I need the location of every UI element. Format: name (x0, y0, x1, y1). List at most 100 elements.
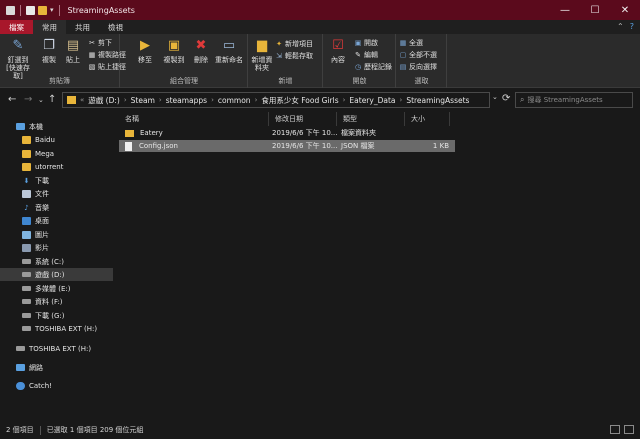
refresh-icon[interactable]: ⟳ (502, 93, 510, 104)
breadcrumb-6[interactable]: StreamingAssets (406, 96, 469, 105)
search-icon: ⌕ (520, 95, 525, 104)
details-view-icon[interactable] (610, 425, 620, 434)
easy-access-button[interactable]: ⇲ 輕鬆存取 (275, 51, 313, 61)
large-icons-view-icon[interactable] (624, 425, 634, 434)
breadcrumb-3[interactable]: common (218, 96, 251, 105)
rename-button[interactable]: ▭ 重新命名 (213, 38, 245, 64)
status-separator (39, 425, 41, 435)
nav-item-downloads[interactable]: ⬇ 下載 (0, 174, 113, 187)
nav-item-videos[interactable]: 影片 (0, 241, 113, 254)
paste-button[interactable]: ▤ 貼上 (62, 38, 84, 64)
column-header-type[interactable]: 類型 (337, 112, 405, 126)
maximize-button[interactable]: ☐ (580, 0, 610, 20)
nav-item-utorrent[interactable]: utorrent (0, 160, 113, 173)
clipboard-group-label: 剪貼簿 (49, 77, 70, 85)
nav-item-drive-f[interactable]: 資料 (F:) (0, 295, 113, 308)
nav-item-baidu[interactable]: Baidu (0, 133, 113, 146)
search-input[interactable] (527, 96, 628, 104)
file-size (409, 127, 449, 139)
breadcrumb-4[interactable]: 食用系少女 Food Girls (261, 95, 338, 106)
paste-shortcut-icon: ▧ (88, 63, 96, 71)
column-header-size[interactable]: 大小 (405, 112, 450, 126)
nav-item-catch[interactable]: Catch! (0, 379, 113, 392)
copy-button[interactable]: ❐ 複製 (38, 38, 60, 64)
file-name: Config.json (139, 142, 178, 150)
column-header-modified[interactable]: 修改日期 (269, 112, 337, 126)
address-bar[interactable]: « 遊戲 (D:) › Steam › steamapps › common ›… (62, 92, 490, 108)
breadcrumb-1[interactable]: Steam (131, 96, 155, 105)
status-bar: 2 個項目 已選取 1 個項目 209 個位元組 (0, 421, 640, 439)
nav-item-drive-h[interactable]: TOSHIBA EXT (H:) (0, 322, 113, 335)
up-arrow-icon[interactable]: ↑ (48, 94, 56, 105)
tab-view[interactable]: 檢視 (99, 20, 132, 34)
download-icon: ⬇ (23, 176, 30, 185)
title-separator (58, 4, 60, 16)
invert-selection-button[interactable]: ▤ 反向選擇 (399, 62, 437, 72)
select-all-icon: ▦ (399, 39, 407, 47)
file-type: JSON 檔案 (341, 142, 375, 150)
nav-item-network[interactable]: 網路 (0, 361, 113, 374)
new-folder-button[interactable]: ▆ 新增資料夾 (251, 38, 273, 72)
close-button[interactable]: ✕ (610, 0, 640, 20)
move-to-button[interactable]: ▶ 移至 (133, 38, 157, 64)
open-button[interactable]: ▣ 開啟 (354, 38, 378, 48)
back-arrow-icon[interactable]: ← (8, 94, 16, 105)
nav-item-this-pc[interactable]: 本機 (0, 120, 113, 133)
address-dropdown-icon[interactable]: ⌄ (492, 93, 498, 101)
column-header-name[interactable]: 名稱 (119, 112, 269, 126)
nav-item-toshiba-ext[interactable]: TOSHIBA EXT (H:) (0, 342, 113, 355)
breadcrumb-chevron-icon: › (158, 96, 162, 104)
network-icon (16, 364, 25, 371)
quick-access-properties-icon[interactable] (26, 5, 35, 15)
nav-item-documents[interactable]: 文件 (0, 187, 113, 200)
nav-item-drive-d[interactable]: 遊戲 (D:) (0, 268, 113, 281)
select-none-button[interactable]: ▢ 全部不選 (399, 50, 437, 60)
pin-button[interactable]: ✎ 釘選到 [快速存取] (3, 38, 33, 80)
drive-icon (22, 259, 31, 264)
move-to-icon: ▶ (140, 38, 150, 53)
select-group: ▦ 全選 ▢ 全部不選 ▤ 反向選擇 選取 (397, 34, 447, 88)
tab-home[interactable]: 常用 (33, 20, 66, 34)
search-box[interactable]: ⌕ (515, 92, 633, 108)
quick-access-new-folder-icon[interactable] (38, 5, 47, 15)
help-icon[interactable]: ? (630, 22, 634, 31)
new-group: ▆ 新增資料夾 ✦ 新增項目 ⇲ 輕鬆存取 新增 (249, 34, 323, 88)
quick-access-dropdown-icon[interactable]: ▾ (50, 6, 54, 14)
tab-file[interactable]: 檔案 (0, 20, 33, 34)
clipboard-group: ✎ 釘選到 [快速存取] ❐ 複製 ▤ 貼上 ✂ 剪下 ▦ 複製路徑 ▧ 貼上捷… (0, 34, 126, 88)
delete-button[interactable]: ✖ 刪除 (191, 38, 211, 64)
breadcrumb-0[interactable]: 遊戲 (D:) (88, 95, 120, 106)
new-item-button[interactable]: ✦ 新增項目 (275, 39, 313, 49)
tab-share[interactable]: 共用 (66, 20, 99, 34)
address-overflow[interactable]: « (80, 96, 84, 104)
minimize-button[interactable]: — (550, 0, 580, 20)
collapse-ribbon-icon[interactable]: ⌃ (617, 22, 624, 31)
edit-button[interactable]: ✎ 編輯 (354, 50, 378, 60)
selection-info: 已選取 1 個項目 209 個位元組 (46, 426, 144, 434)
computer-icon (16, 123, 25, 130)
open-group-label: 開啟 (352, 77, 367, 85)
copy-to-button[interactable]: ▣ 複製到 (161, 38, 187, 64)
nav-item-mega[interactable]: Mega (0, 147, 113, 160)
nav-item-music[interactable]: ♪ 音樂 (0, 201, 113, 214)
nav-item-drive-c[interactable]: 系統 (C:) (0, 255, 113, 268)
properties-button[interactable]: ☑ 內容 (328, 38, 348, 64)
history-button[interactable]: ◷ 歷程記錄 (354, 62, 392, 72)
easy-access-icon: ⇲ (276, 52, 282, 60)
cut-button[interactable]: ✂ 剪下 (88, 38, 112, 48)
open-icon: ▣ (354, 39, 362, 47)
nav-item-desktop[interactable]: 桌面 (0, 214, 113, 227)
table-row[interactable]: Config.json 2019/6/6 下午 10... JSON 檔案 1 … (119, 140, 455, 152)
nav-item-pictures[interactable]: 圖片 (0, 228, 113, 241)
breadcrumb-5[interactable]: Eatery_Data (349, 96, 395, 105)
forward-arrow-icon[interactable]: → (24, 94, 32, 105)
drive-icon (22, 299, 31, 304)
catch-icon (16, 381, 25, 390)
recent-locations-icon[interactable]: ⌄ (38, 96, 44, 104)
select-all-button[interactable]: ▦ 全選 (399, 38, 423, 48)
breadcrumb-2[interactable]: steamapps (166, 96, 207, 105)
nav-item-drive-e[interactable]: 多媒體 (E:) (0, 282, 113, 295)
nav-item-drive-g[interactable]: 下載 (G:) (0, 309, 113, 322)
table-row[interactable]: Eatery 2019/6/6 下午 10... 檔案資料夾 (119, 127, 455, 139)
music-icon: ♪ (24, 203, 29, 212)
